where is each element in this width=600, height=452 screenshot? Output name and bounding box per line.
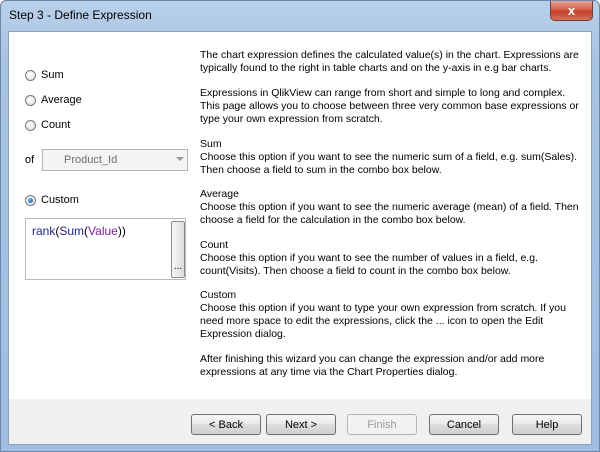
dialog-client-area: Sum Average Count of Product_Id Custom r… bbox=[8, 31, 592, 445]
ellipsis-icon: ... bbox=[173, 261, 183, 272]
count-title: Count bbox=[200, 239, 229, 251]
description-custom: Custom Choose this option if you want to… bbox=[200, 289, 584, 341]
intro-text: The chart expression defines the calcula… bbox=[200, 49, 579, 74]
count-text: Choose this option if you want to see th… bbox=[200, 252, 538, 277]
field-combo-value: Product_Id bbox=[64, 154, 118, 166]
finish-button[interactable]: Finish bbox=[347, 414, 417, 435]
outro-text: After finishing this wizard you can chan… bbox=[200, 353, 545, 378]
average-title: Average bbox=[200, 188, 239, 200]
custom-expression-input[interactable]: rank(Sum(Value)) bbox=[25, 218, 186, 280]
radio-custom-label: Custom bbox=[41, 194, 79, 206]
radio-average-indicator[interactable] bbox=[25, 94, 36, 106]
average-text: Choose this option if you want to see th… bbox=[200, 201, 579, 226]
expr-field: Value bbox=[88, 224, 118, 238]
wizard-content-panel: Sum Average Count of Product_Id Custom r… bbox=[9, 32, 591, 399]
title-bar[interactable]: Step 3 - Define Expression x bbox=[1, 1, 599, 31]
field-combo-box[interactable]: Product_Id bbox=[42, 149, 188, 171]
sum-text: Choose this option if you want to see th… bbox=[200, 151, 578, 176]
close-icon: x bbox=[567, 3, 576, 18]
radio-sum-label: Sum bbox=[41, 69, 64, 81]
description-outro: After finishing this wizard you can chan… bbox=[200, 353, 584, 379]
help-button[interactable]: Help bbox=[512, 414, 582, 435]
wizard-window: Step 3 - Define Expression x Sum Average… bbox=[0, 0, 600, 452]
range-text: Expressions in QlikView can range from s… bbox=[200, 87, 579, 125]
radio-count-label: Count bbox=[41, 119, 71, 131]
edit-expression-button[interactable]: ... bbox=[171, 221, 185, 278]
of-label: of bbox=[25, 154, 35, 166]
expr-paren-close: )) bbox=[117, 224, 126, 238]
custom-title: Custom bbox=[200, 289, 237, 301]
radio-sum[interactable]: Sum bbox=[25, 69, 64, 81]
radio-average-label: Average bbox=[41, 94, 82, 106]
description-count: Count Choose this option if you want to … bbox=[200, 239, 584, 278]
expression-text[interactable]: rank(Sum(Value)) bbox=[32, 224, 126, 238]
back-button[interactable]: < Back bbox=[191, 414, 261, 435]
radio-average[interactable]: Average bbox=[25, 94, 82, 106]
radio-count[interactable]: Count bbox=[25, 119, 70, 131]
sum-title: Sum bbox=[200, 138, 222, 150]
chevron-down-icon[interactable] bbox=[176, 157, 184, 161]
description-range: Expressions in QlikView can range from s… bbox=[200, 87, 584, 126]
next-button[interactable]: Next > bbox=[266, 414, 336, 435]
window-title: Step 3 - Define Expression bbox=[9, 8, 152, 22]
expr-fn-outer: rank bbox=[32, 224, 56, 238]
expr-fn-inner: Sum bbox=[59, 224, 85, 238]
description-average: Average Choose this option if you want t… bbox=[200, 188, 584, 227]
cancel-button[interactable]: Cancel bbox=[429, 414, 499, 435]
description-sum: Sum Choose this option if you want to se… bbox=[200, 138, 584, 177]
close-button[interactable]: x bbox=[550, 1, 593, 21]
custom-text: Choose this option if you want to type y… bbox=[200, 302, 566, 340]
radio-custom-indicator[interactable] bbox=[25, 194, 36, 206]
description-intro: The chart expression defines the calcula… bbox=[200, 49, 584, 75]
radio-sum-indicator[interactable] bbox=[25, 69, 36, 81]
radio-custom[interactable]: Custom bbox=[25, 194, 79, 206]
radio-count-indicator[interactable] bbox=[25, 119, 36, 131]
